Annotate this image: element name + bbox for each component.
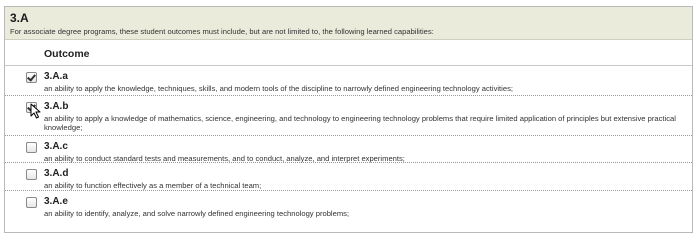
outcome-row-3a-e: 3.A.e an ability to identify, analyze, a…: [5, 191, 692, 221]
outcome-column-header: Outcome: [5, 40, 692, 66]
section-title: 3.A: [10, 11, 29, 25]
outcome-row-3a-c: 3.A.c an ability to conduct standard tes…: [5, 136, 692, 163]
outcome-column-label: Outcome: [44, 48, 90, 60]
outcome-code: 3.A.d: [44, 168, 69, 179]
outcome-checkbox-3a-e[interactable]: [26, 197, 37, 208]
outcome-description: an ability to function effectively as a …: [44, 181, 262, 190]
outcome-row-3a-a: 3.A.a an ability to apply the knowledge,…: [5, 66, 692, 96]
section-description: For associate degree programs, these stu…: [10, 27, 434, 36]
outcomes-panel: 3.A For associate degree programs, these…: [4, 6, 693, 233]
outcome-description: an ability to apply a knowledge of mathe…: [44, 114, 676, 132]
outcome-code: 3.A.c: [44, 141, 68, 152]
outcome-code: 3.A.a: [44, 71, 68, 82]
outcome-description: an ability to apply the knowledge, techn…: [44, 84, 513, 93]
outcome-checkbox-3a-c[interactable]: [26, 142, 37, 153]
outcome-row-3a-b: 3.A.b an ability to apply a knowledge of…: [5, 96, 692, 136]
outcome-code: 3.A.e: [44, 196, 68, 207]
outcome-description: an ability to identify, analyze, and sol…: [44, 209, 350, 218]
outcome-checkbox-3a-a[interactable]: [26, 72, 37, 83]
outcome-checkbox-3a-d[interactable]: [26, 169, 37, 180]
outcome-row-3a-d: 3.A.d an ability to function effectively…: [5, 163, 692, 191]
mouse-cursor-icon: [30, 103, 41, 119]
outcome-description: an ability to conduct standard tests and…: [44, 154, 405, 163]
outcome-code: 3.A.b: [44, 101, 69, 112]
section-header: 3.A For associate degree programs, these…: [5, 7, 692, 40]
